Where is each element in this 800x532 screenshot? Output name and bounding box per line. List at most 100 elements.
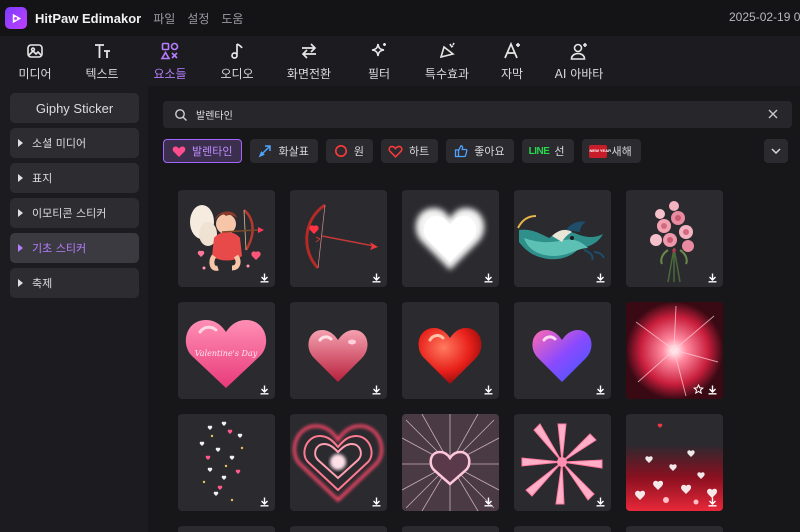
download-icon[interactable] [595, 272, 606, 283]
chip-arrow[interactable]: 화살표 [250, 139, 318, 163]
download-icon[interactable] [483, 496, 494, 507]
elements-icon [158, 41, 182, 61]
red-bokeh-hearts-sticker[interactable] [626, 414, 723, 511]
tab-filter[interactable]: 필터 [344, 36, 414, 86]
purple-heart-sticker[interactable] [514, 302, 611, 399]
menu-bar: 파일 설정 도움 [153, 10, 255, 27]
app-title: HitPaw Edimakor [35, 10, 142, 26]
search-value: 발렌타인 [196, 111, 233, 122]
title-bar: HitPaw Edimakor 파일 설정 도움 2025-02-19 0 [0, 0, 800, 36]
sidebar-item-social-media[interactable]: 소셜 미디어 [10, 128, 139, 158]
download-icon[interactable] [371, 272, 382, 283]
ai-avatar-icon [567, 41, 591, 61]
download-icon[interactable] [595, 384, 606, 395]
main-toolbar: 미디어 텍스트 요소들 오디오 화면전환 필터 특수효과 자막 AI 아바타 [0, 36, 800, 86]
tab-media[interactable]: 미디어 [6, 36, 64, 86]
sidebar-item-label: 기초 스티커 [32, 242, 87, 255]
chip-like[interactable]: 좋아요 [446, 139, 514, 163]
download-icon[interactable] [259, 272, 270, 283]
tab-audio[interactable]: 오디오 [200, 36, 274, 86]
expand-chips-button[interactable] [764, 139, 788, 163]
bow-arrow-sticker[interactable] [290, 190, 387, 287]
tab-transition[interactable]: 화면전환 [274, 36, 344, 86]
new-year-icon: NEW YEAR [588, 144, 611, 158]
tab-ai-avatar[interactable]: AI 아바타 [544, 36, 614, 86]
download-icon[interactable] [707, 272, 718, 283]
sidebar-item-basic-stickers[interactable]: 기초 스티커 [10, 233, 139, 263]
caret-right-icon [18, 174, 23, 182]
star-icon[interactable] [693, 384, 704, 395]
sidebar-item-giphy-sticker[interactable]: Giphy Sticker [10, 93, 139, 123]
app-logo-icon [5, 7, 27, 29]
tab-text[interactable]: 텍스트 [64, 36, 140, 86]
neon-heart-sticker[interactable] [290, 414, 387, 511]
caret-right-icon [18, 279, 23, 287]
arrow-icon [257, 144, 273, 158]
sticker-tile-partial[interactable] [178, 526, 275, 532]
sidebar-item-festival[interactable]: 축제 [10, 268, 139, 298]
valentine-heart-sticker[interactable]: Valentine's Day [178, 302, 275, 399]
cloud-heart-sticker[interactable] [402, 190, 499, 287]
sticker-tile-partial[interactable] [402, 526, 499, 532]
circle-icon [333, 144, 349, 158]
sparkle-heart-sticker[interactable] [402, 414, 499, 511]
tab-subtitle[interactable]: 자막 [480, 36, 544, 86]
sidebar-item-label: Giphy Sticker [35, 100, 114, 116]
download-icon[interactable] [483, 384, 494, 395]
cupid-sticker[interactable] [178, 190, 275, 287]
rose-bouquet-sticker[interactable] [626, 190, 723, 287]
search-input[interactable]: 발렌타인 [163, 101, 792, 128]
sidebar-item-label: 축제 [32, 277, 53, 290]
chip-valentine[interactable]: 발렌타인 [163, 139, 243, 163]
chip-new-year[interactable]: NEW YEAR 새해 [581, 139, 641, 163]
sidebar-item-label: 표지 [32, 172, 53, 185]
download-icon[interactable] [259, 384, 270, 395]
menu-settings[interactable]: 설정 [187, 10, 209, 27]
download-icon[interactable] [707, 384, 718, 395]
download-icon[interactable] [595, 496, 606, 507]
chip-circle[interactable]: 원 [325, 139, 373, 163]
pink-ribbon-sticker[interactable] [514, 414, 611, 511]
red-glossy-heart-sticker[interactable] [402, 302, 499, 399]
chip-line[interactable]: LINE 선 [521, 139, 574, 163]
menu-help[interactable]: 도움 [221, 10, 243, 27]
floating-hearts-sticker[interactable] [178, 414, 275, 511]
heart-badge-icon [171, 144, 187, 158]
sticker-tile-partial[interactable] [290, 526, 387, 532]
search-icon [175, 108, 187, 121]
media-icon [23, 41, 47, 61]
tag-chips: 발렌타인 화살표 원 하트 좋아요 LINE 선 NEW YEAR 새해 [163, 139, 649, 163]
download-icon[interactable] [259, 496, 270, 507]
download-icon[interactable] [483, 272, 494, 283]
effects-icon [435, 41, 459, 61]
chip-heart[interactable]: 하트 [380, 139, 439, 163]
sticker-browser: 발렌타인 발렌타인 화살표 원 하트 좋아요 LINE 선 NEW YEAR 새… [148, 86, 800, 532]
caret-right-icon [18, 209, 23, 217]
download-icon[interactable] [371, 384, 382, 395]
sticker-tile-partial[interactable] [514, 526, 611, 532]
subtitle-icon [500, 41, 524, 61]
tab-elements[interactable]: 요소들 [140, 36, 200, 86]
heart-outline-icon [388, 144, 404, 158]
caret-right-icon [18, 139, 23, 147]
close-icon[interactable] [767, 108, 779, 120]
tab-effects[interactable]: 특수효과 [414, 36, 480, 86]
sidebar-item-label: 소셜 미디어 [32, 137, 87, 150]
dragon-sticker[interactable] [514, 190, 611, 287]
sidebar-item-emoji-stickers[interactable]: 이모티콘 스티커 [10, 198, 139, 228]
line-logo-icon: LINE [528, 145, 550, 157]
text-icon [90, 41, 114, 61]
thumbs-up-icon [453, 144, 469, 158]
transition-arrows-icon [297, 41, 321, 61]
music-note-icon [225, 41, 249, 61]
category-sidebar: Giphy Sticker 소셜 미디어 표지 이모티콘 스티커 기초 스티커 … [0, 86, 148, 532]
sidebar-item-label: 이모티콘 스티커 [32, 207, 107, 220]
glass-heart-sticker[interactable] [290, 302, 387, 399]
download-icon[interactable] [707, 496, 718, 507]
sticker-tile-partial[interactable] [626, 526, 723, 532]
sidebar-item-signs[interactable]: 표지 [10, 163, 139, 193]
pink-burst-sticker[interactable] [626, 302, 723, 399]
menu-file[interactable]: 파일 [153, 10, 175, 27]
datetime-label: 2025-02-19 0 [729, 10, 800, 24]
download-icon[interactable] [371, 496, 382, 507]
